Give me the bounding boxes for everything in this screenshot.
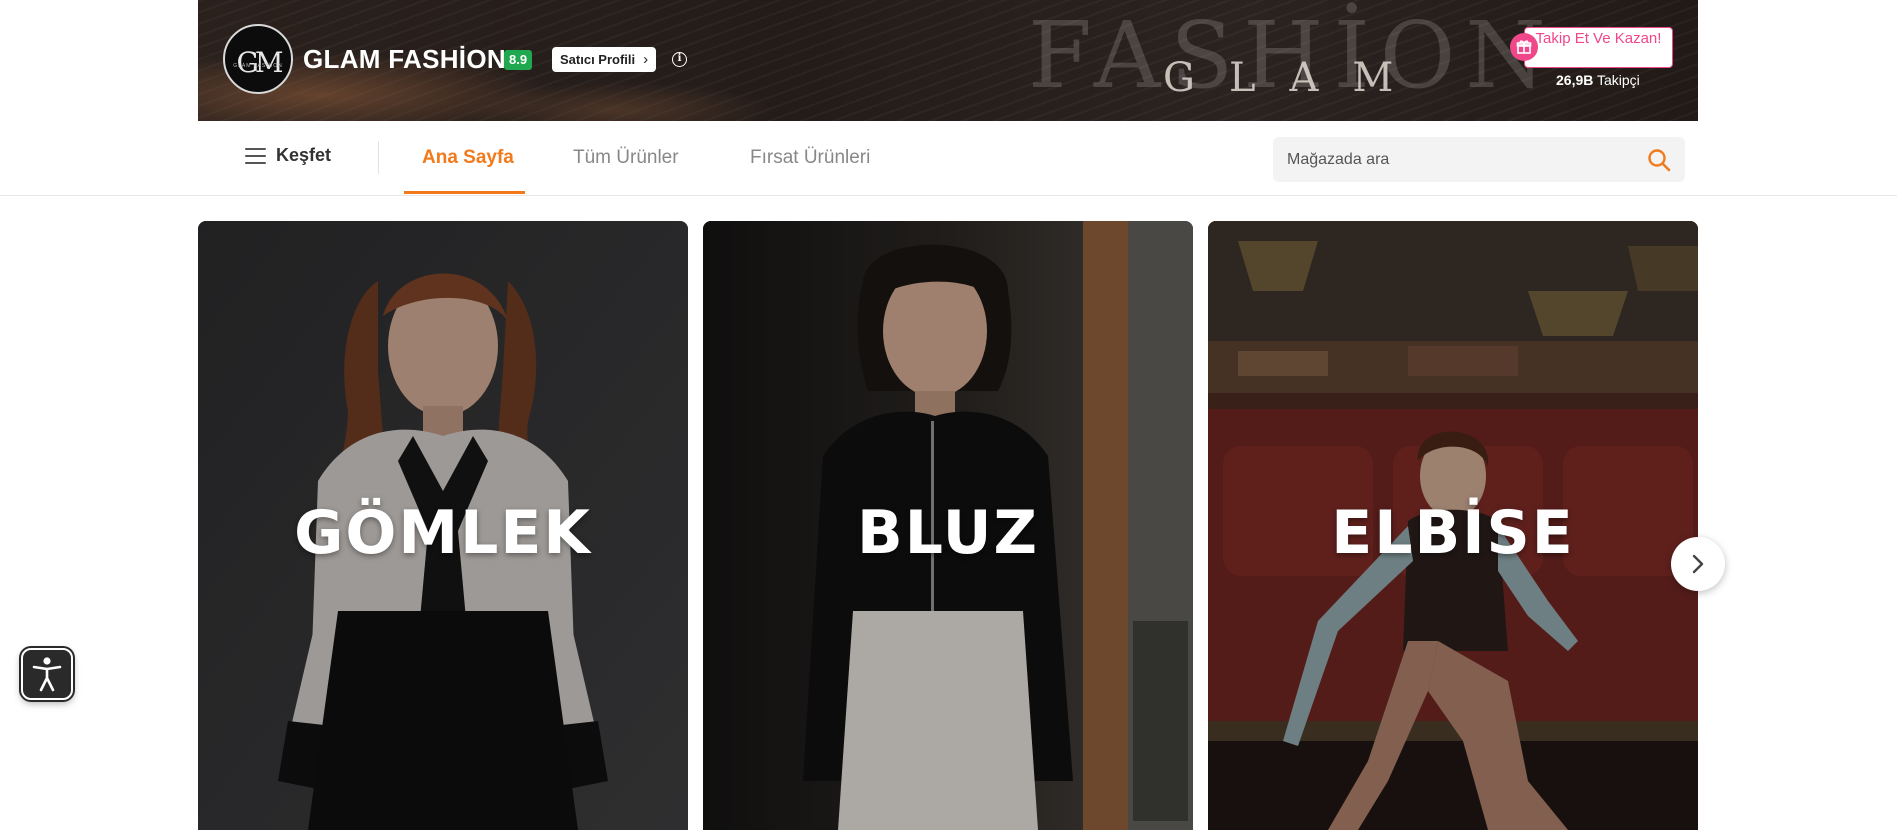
category-label: ELBİSE (1331, 497, 1575, 568)
tab-all-products[interactable]: Tüm Ürünler (573, 147, 679, 169)
hamburger-menu-icon (245, 147, 266, 164)
store-nav-bar: Keşfet Ana Sayfa Tüm Ürünler Fırsat Ürün… (0, 121, 1897, 196)
follow-button[interactable]: Takip Et Ve Kazan! (1524, 27, 1673, 68)
explore-menu-label: Keşfet (276, 145, 332, 165)
store-logo[interactable]: GM GLAM FASHION (223, 24, 293, 94)
store-search-box (1273, 137, 1685, 182)
seller-profile-button[interactable]: Satıcı Profili › (552, 47, 657, 72)
chevron-right-icon (1692, 554, 1704, 574)
active-tab-indicator (404, 191, 525, 194)
category-card-dress[interactable]: ELBİSE (1208, 221, 1698, 830)
nav-divider (378, 141, 379, 174)
store-name[interactable]: GLAM FASHİON (303, 44, 506, 74)
chevron-right-icon: › (643, 51, 649, 68)
info-icon[interactable]: i (672, 52, 687, 67)
store-score-badge: 8.9 (504, 50, 533, 70)
tab-home[interactable]: Ana Sayfa (422, 147, 514, 169)
store-search-input[interactable] (1287, 137, 1627, 182)
followers-label: Takipçi (1597, 72, 1640, 88)
followers-number: 26,9B (1556, 72, 1594, 88)
logo-small-text: GLAM FASHION (233, 63, 283, 69)
store-header: FASHİON GLAM GM GLAM FASHION GLAM FASHİO… (0, 0, 1897, 121)
accessibility-button[interactable] (21, 648, 73, 700)
search-icon[interactable] (1647, 148, 1671, 172)
followers-count: 26,9B Takipçi (1556, 72, 1640, 88)
banner-brand-text: GLAM (1163, 55, 1428, 101)
category-label: GÖMLEK (294, 497, 592, 568)
category-card-shirt[interactable]: GÖMLEK (198, 221, 688, 830)
carousel-next-button[interactable] (1671, 537, 1725, 591)
category-card-blouse[interactable]: BLUZ (703, 221, 1193, 830)
gift-icon (1510, 33, 1538, 61)
accessibility-icon (32, 657, 62, 692)
seller-profile-label: Satıcı Profili (560, 52, 636, 67)
tab-deal-products[interactable]: Fırsat Ürünleri (750, 147, 870, 169)
explore-menu-button[interactable]: Keşfet (245, 145, 331, 166)
category-label: BLUZ (856, 497, 1040, 568)
